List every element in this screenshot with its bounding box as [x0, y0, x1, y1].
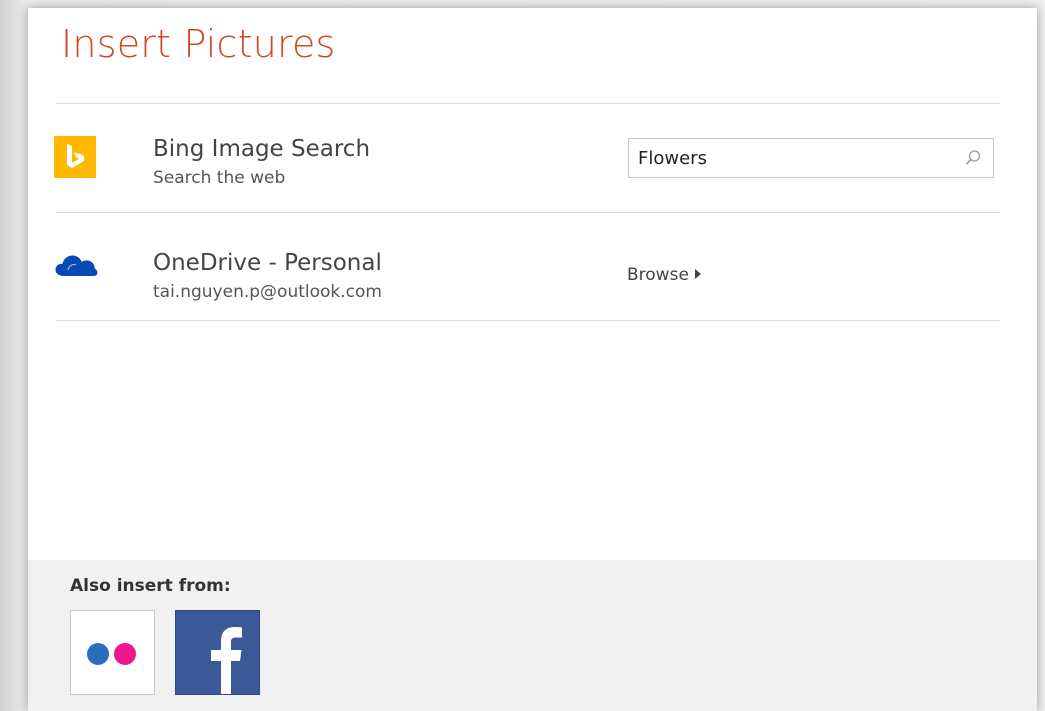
browse-link[interactable]: Browse: [627, 265, 701, 285]
source-row-bing: Bing Image Search Search the web: [54, 112, 1000, 212]
row-divider: [56, 320, 1000, 321]
dialog-title: Insert Pictures: [61, 22, 336, 66]
flickr-tile[interactable]: [70, 610, 155, 695]
bing-icon: [54, 136, 96, 178]
title-divider: [56, 103, 1000, 104]
source-row-onedrive: OneDrive - Personal tai.nguyen.p@outlook…: [54, 220, 1000, 320]
facebook-tile[interactable]: [175, 610, 260, 695]
source-subtitle: Search the web: [153, 168, 286, 188]
source-subtitle: tai.nguyen.p@outlook.com: [153, 282, 382, 302]
insert-pictures-dialog: Insert Pictures Bing Image Search Search…: [28, 8, 1037, 711]
browse-label: Browse: [627, 265, 689, 285]
facebook-icon: [176, 627, 259, 698]
source-title: Bing Image Search: [153, 136, 371, 162]
caret-right-icon: [694, 269, 701, 279]
bing-search-input[interactable]: [629, 139, 958, 177]
footer-label: Also insert from:: [70, 576, 231, 596]
flickr-icon: [71, 643, 154, 698]
onedrive-icon: [54, 250, 98, 292]
row-divider: [56, 212, 1000, 213]
also-insert-from-panel: Also insert from:: [28, 560, 1037, 711]
bing-search-box[interactable]: [628, 138, 994, 178]
source-title: OneDrive - Personal: [153, 250, 382, 276]
search-icon[interactable]: [963, 148, 983, 168]
